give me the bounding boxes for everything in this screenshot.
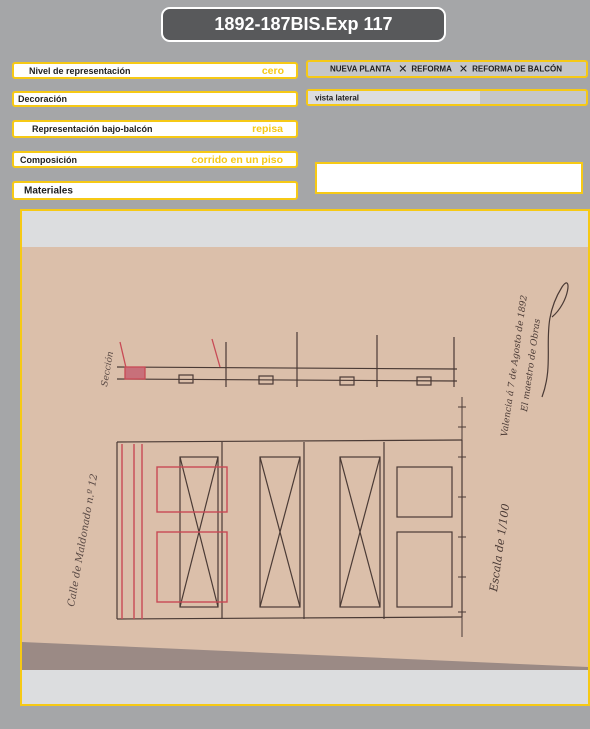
vista-value: vista lateral (315, 93, 360, 102)
composicion-field[interactable]: Composición corrido en un piso (12, 151, 298, 168)
tag-separator-icon: ✕ (458, 63, 469, 76)
image-viewer[interactable]: Calle de Maldonado n.º 12 Sección Valenc… (20, 209, 590, 706)
drawing-photo: Calle de Maldonado n.º 12 Sección Valenc… (22, 247, 588, 670)
viewer-top-bar (22, 211, 588, 247)
field-label: Decoración (18, 94, 68, 104)
representacion-bajo-balcon-field[interactable]: Representación bajo-balcón repisa (12, 120, 298, 138)
field-value: repisa (252, 123, 283, 135)
decoracion-field[interactable]: Decoración (12, 91, 298, 107)
field-label: Composición (20, 154, 78, 165)
tag-reforma-balcon: REFORMA DE BALCÓN (472, 64, 562, 74)
notes-box[interactable] (315, 162, 583, 194)
page-title: 1892-187BIS.Exp 117 (161, 7, 446, 42)
tag-reforma: REFORMA (411, 64, 452, 74)
field-label: Materiales (24, 185, 73, 196)
viewer-bottom-bar (22, 670, 588, 704)
tag-nueva-planta: NUEVA PLANTA (330, 64, 392, 74)
field-label: Nivel de representación (29, 65, 131, 76)
tipo-intervencion-tags[interactable]: NUEVA PLANTA ✕ REFORMA ✕ REFORMA DE BALC… (306, 60, 588, 78)
tag-separator-icon: ✕ (398, 63, 408, 76)
field-value: cero (261, 64, 284, 77)
field-label: Representación bajo-balcón (32, 124, 153, 134)
materiales-field[interactable]: Materiales (12, 181, 298, 200)
vista-field[interactable]: vista lateral (306, 89, 588, 106)
nivel-representacion-field[interactable]: Nivel de representación cero (12, 62, 298, 79)
field-value: corrido en un piso (191, 153, 283, 166)
facade-drawing: Calle de Maldonado n.º 12 Sección Valenc… (22, 247, 588, 670)
